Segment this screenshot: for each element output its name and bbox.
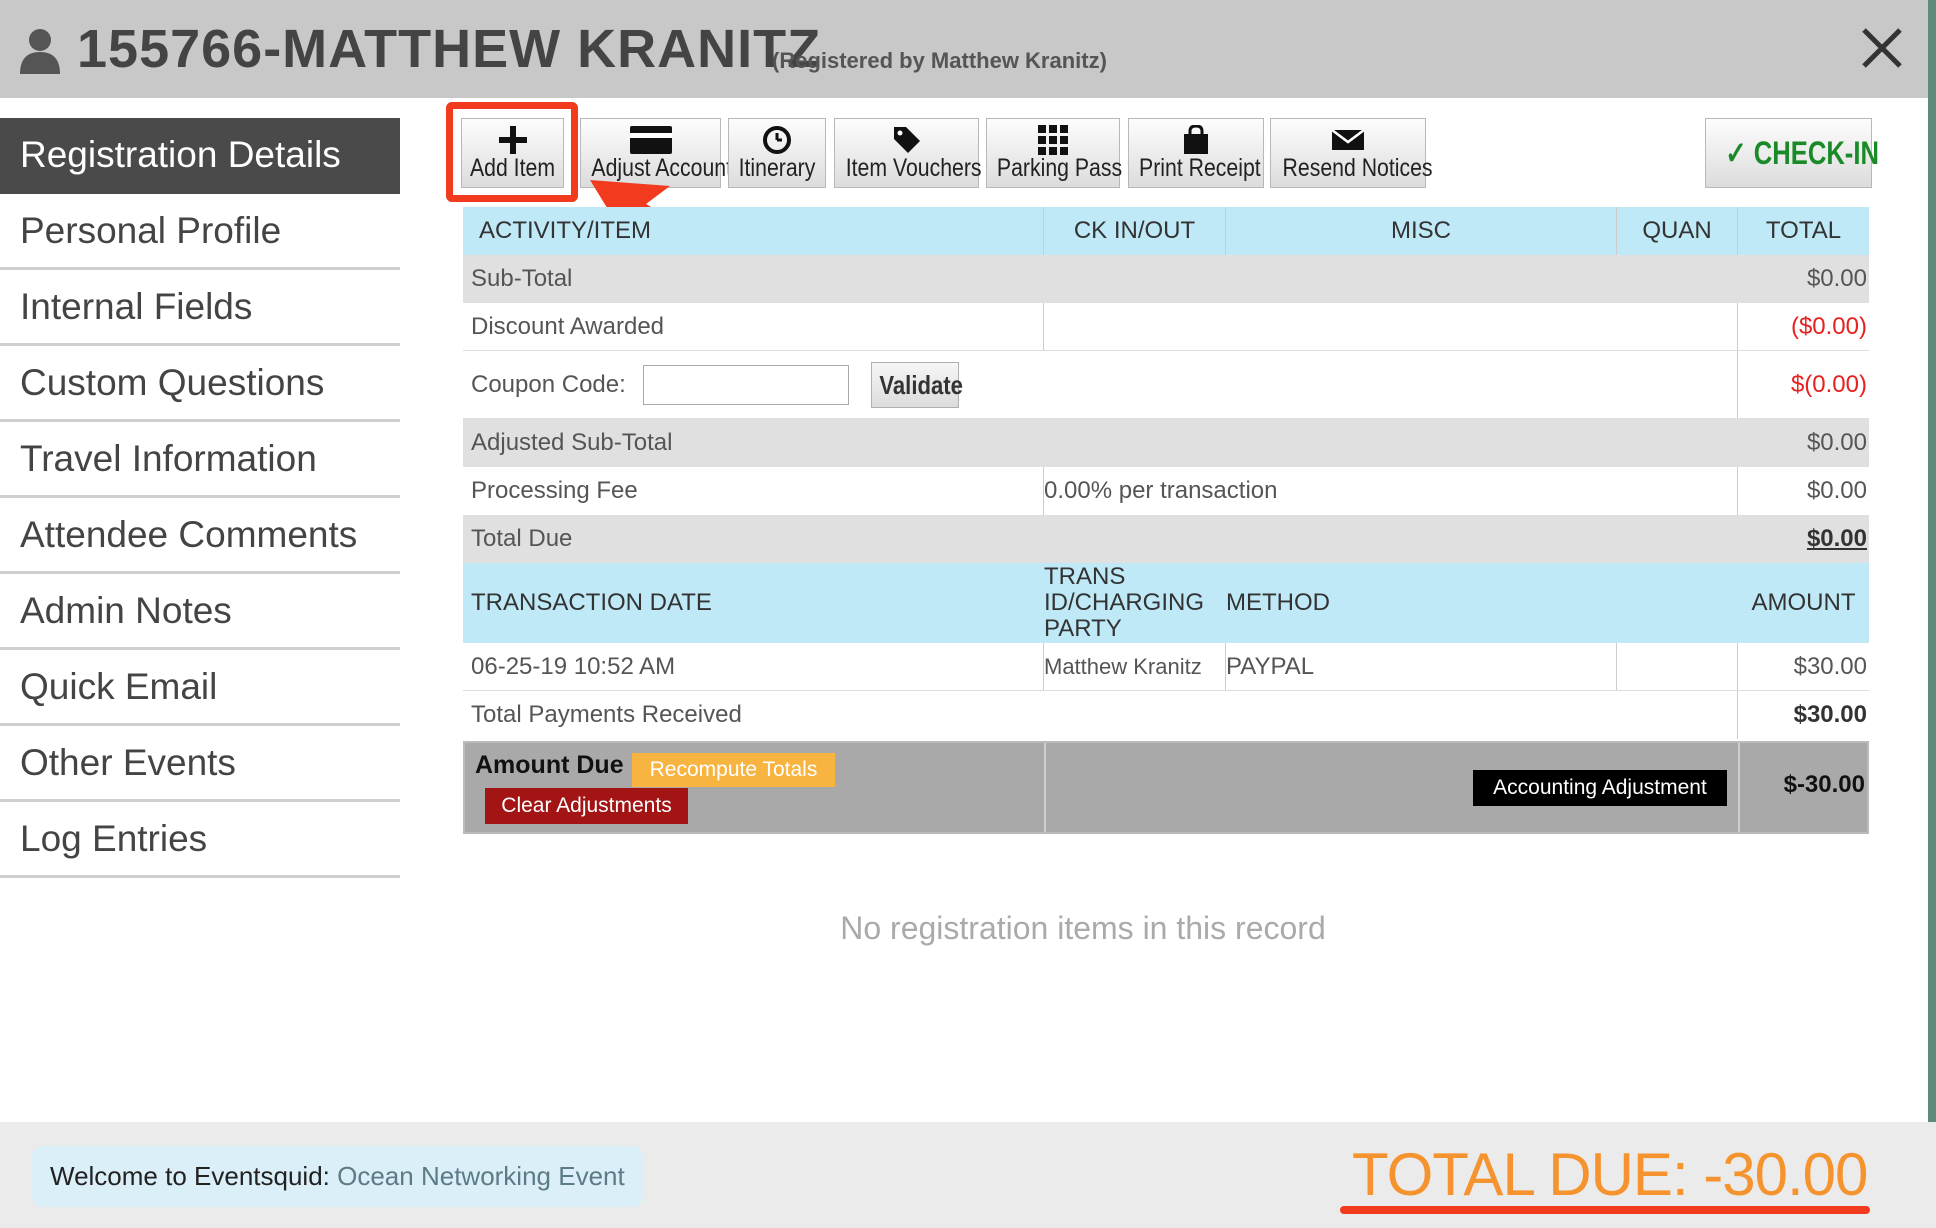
- total-payments-row: Total Payments Received $30.00: [463, 691, 1869, 739]
- total-due-row: Total Due $0.00: [463, 515, 1869, 563]
- underline-annotation: [1340, 1206, 1870, 1214]
- modal-header: 155766-MATTHEW KRANITZ (Registered by Ma…: [0, 0, 1936, 98]
- discount-blank: [1044, 303, 1738, 350]
- col-transaction-date: TRANSACTION DATE: [471, 589, 712, 616]
- coupon-code-input[interactable]: [643, 365, 849, 405]
- amount-due-row: Amount Due Recompute Totals Clear Adjust…: [463, 741, 1869, 834]
- close-icon[interactable]: [1860, 26, 1904, 70]
- payment-row: 06-25-19 10:52 AM Matthew Kranitz PAYPAL…: [463, 643, 1869, 691]
- welcome-banner: Welcome to Eventsquid: Ocean Networking …: [32, 1146, 644, 1207]
- sidebar-item-personal-profile[interactable]: Personal Profile: [0, 194, 400, 270]
- col-total: TOTAL: [1765, 217, 1842, 244]
- parking-pass-button[interactable]: Parking Pass: [986, 118, 1123, 188]
- accounting-adjustment-button[interactable]: Accounting Adjustment: [1473, 770, 1727, 806]
- sidebar-item-admin-notes[interactable]: Admin Notes: [0, 574, 400, 650]
- processing-fee-rate: 0.00% per transaction: [1044, 467, 1738, 515]
- sidebar-item-quick-email[interactable]: Quick Email: [0, 650, 400, 726]
- recompute-totals-button[interactable]: Recompute Totals: [632, 753, 835, 787]
- envelope-icon: [1332, 129, 1364, 150]
- subtotal-row: Sub-Total $0.00: [463, 255, 1869, 303]
- total-payments-value: $30.00: [1793, 701, 1867, 728]
- registered-by: (Registered by Matthew Kranitz): [772, 48, 1107, 73]
- subtotal-label: Sub-Total: [471, 265, 573, 292]
- adjusted-subtotal-row: Adjusted Sub-Total $0.00: [463, 419, 1869, 467]
- sidebar-item-registration-details[interactable]: Registration Details: [0, 118, 400, 194]
- checkin-label: ✓ CHECK-IN: [1725, 135, 1879, 171]
- col-ck-in-out: CK IN/OUT: [1044, 207, 1226, 255]
- event-name: Ocean Networking Event: [337, 1161, 625, 1191]
- payment-extra: [1617, 643, 1738, 690]
- items-header-row: ACTIVITY/ITEM CK IN/OUT MISC QUAN TOTAL: [463, 207, 1869, 255]
- print-receipt-button[interactable]: Print Receipt: [1128, 118, 1264, 188]
- amount-due-value: $-30.00: [1783, 771, 1865, 798]
- resend-notices-label: Resend Notices: [1282, 154, 1433, 182]
- background-edge: [1928, 0, 1936, 1122]
- divider: [1738, 743, 1740, 832]
- payments-header-row: TRANSACTION DATE TRANS ID/CHARGING PARTY…: [463, 563, 1869, 643]
- validate-button[interactable]: Validate: [871, 362, 963, 408]
- col-quan: QUAN: [1617, 207, 1738, 255]
- discount-label: Discount Awarded: [463, 303, 1044, 350]
- sidebar-item-internal-fields[interactable]: Internal Fields: [0, 270, 400, 346]
- payment-party: Matthew Kranitz: [1044, 643, 1226, 690]
- coupon-label: Coupon Code:: [471, 370, 626, 398]
- col-amount: AMOUNT: [1751, 589, 1856, 616]
- payment-date: 06-25-19 10:52 AM: [463, 643, 1044, 690]
- adjusted-subtotal-label: Adjusted Sub-Total: [471, 429, 673, 456]
- sidebar-item-log-entries[interactable]: Log Entries: [0, 802, 400, 878]
- total-due-value: $0.00: [1806, 525, 1867, 552]
- parking-pass-label: Parking Pass: [996, 154, 1123, 182]
- amount-due-label: Amount Due: [475, 751, 624, 779]
- sidebar-item-attendee-comments[interactable]: Attendee Comments: [0, 498, 400, 574]
- footer-total-due: TOTAL DUE: -30.00: [1352, 1141, 1868, 1208]
- credit-card-icon: [629, 126, 672, 154]
- page-title: 155766-MATTHEW KRANITZ: [77, 19, 822, 79]
- col-trans-id: TRANS ID/CHARGING PARTY: [1044, 563, 1205, 642]
- processing-fee-label: Processing Fee: [463, 467, 1044, 515]
- checkin-button[interactable]: ✓ CHECK-IN: [1705, 118, 1879, 188]
- empty-state-message: No registration items in this record: [840, 910, 1326, 946]
- payment-method: PAYPAL: [1226, 643, 1617, 690]
- user-icon: [20, 29, 60, 74]
- welcome-prefix: Welcome to Eventsquid:: [50, 1161, 330, 1191]
- validate-label: Validate: [879, 370, 963, 400]
- modal-footer: Welcome to Eventsquid: Ocean Networking …: [0, 1122, 1936, 1228]
- adjusted-subtotal-value: $0.00: [1806, 429, 1867, 456]
- payment-amount: $30.00: [1793, 652, 1867, 680]
- tag-icon: [893, 127, 920, 153]
- coupon-amount: $(0.00): [1790, 370, 1867, 398]
- resend-notices-button[interactable]: Resend Notices: [1270, 118, 1433, 188]
- sidebar-item-other-events[interactable]: Other Events: [0, 726, 400, 802]
- col-misc: MISC: [1226, 207, 1617, 255]
- shopping-bag-icon: [1184, 125, 1208, 154]
- total-payments-label: Total Payments Received: [463, 691, 1738, 739]
- print-receipt-label: Print Receipt: [1139, 154, 1261, 182]
- processing-fee-row: Processing Fee 0.00% per transaction $0.…: [463, 467, 1869, 515]
- discount-row: Discount Awarded ($0.00): [463, 303, 1869, 351]
- grid-icon: [1038, 125, 1068, 155]
- col-method: METHOD: [1226, 589, 1330, 616]
- processing-fee-value: $0.00: [1806, 477, 1867, 504]
- coupon-spacer: [1463, 351, 1738, 418]
- highlight-annotation: [446, 102, 578, 202]
- clear-adjustments-button[interactable]: Clear Adjustments: [485, 788, 688, 824]
- sidebar-nav: Registration Details Personal Profile In…: [0, 118, 400, 878]
- discount-value: ($0.00): [1790, 312, 1867, 340]
- clock-icon: [763, 126, 791, 154]
- registration-modal: 155766-MATTHEW KRANITZ (Registered by Ma…: [0, 0, 1936, 1228]
- col-activity-item: ACTIVITY/ITEM: [463, 207, 1044, 255]
- divider: [1044, 743, 1046, 832]
- sidebar-item-travel-information[interactable]: Travel Information: [0, 422, 400, 498]
- total-due-label: Total Due: [471, 525, 573, 552]
- subtotal-value: $0.00: [1806, 265, 1867, 292]
- sidebar-item-custom-questions[interactable]: Custom Questions: [0, 346, 400, 422]
